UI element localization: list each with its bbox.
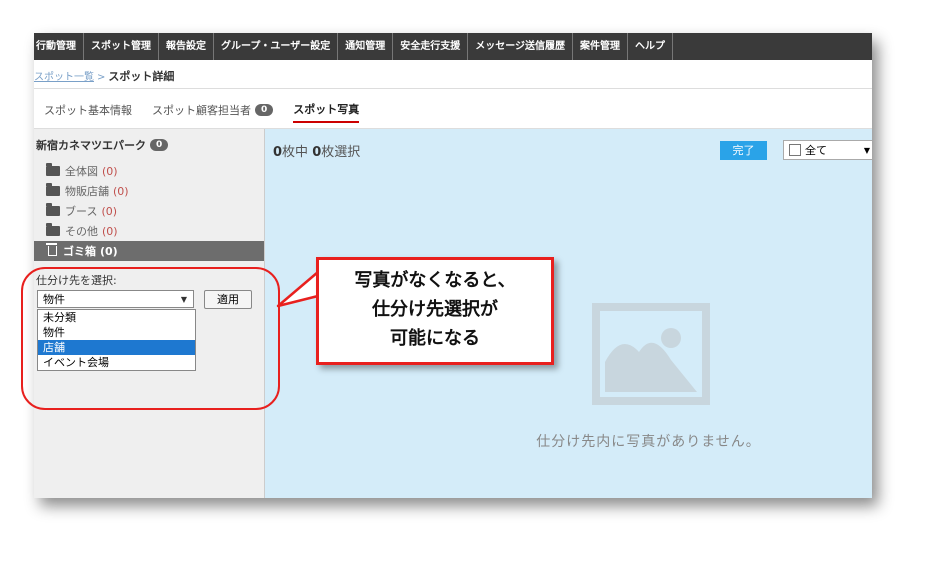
- tab-label: スポット顧客担当者: [152, 104, 251, 117]
- empty-message: 仕分け先内に写真がありません。: [536, 434, 761, 450]
- annotation-callout: 写真がなくなると、 仕分け先選択が 可能になる: [316, 257, 554, 365]
- selection-count: 0枚中 0枚選択: [273, 141, 360, 160]
- folder-icon: [46, 163, 60, 176]
- count-text: 枚選択: [321, 145, 361, 160]
- nav-item-project-management[interactable]: 案件管理: [573, 33, 629, 60]
- nav-item-help[interactable]: ヘルプ: [628, 33, 674, 60]
- folder-list: 全体図 (0) 物販店舗 (0) ブース (0) その他 (0) ゴミ箱 (0): [34, 161, 264, 261]
- divider: [34, 88, 872, 89]
- folder-item-retail[interactable]: 物販店舗 (0): [34, 181, 264, 201]
- count-text: 枚中: [282, 145, 309, 160]
- folder-label: ゴミ箱: [63, 245, 96, 258]
- spot-name: 新宿カネマツエパーク 0: [36, 137, 169, 153]
- folder-label: その他: [65, 225, 98, 238]
- caret-down-icon: ▼: [863, 145, 870, 155]
- callout-line-1: 写真がなくなると、: [354, 270, 516, 291]
- folder-count: (0): [113, 184, 129, 198]
- callout-line-3: 可能になる: [390, 328, 480, 349]
- tab-label: スポット写真: [293, 103, 360, 116]
- folder-icon: [46, 183, 60, 196]
- folder-label: 全体図: [65, 165, 98, 178]
- nav-item-activity[interactable]: 行動管理: [34, 33, 84, 60]
- folder-label: ブース: [65, 205, 98, 218]
- folder-item-booth[interactable]: ブース (0): [34, 201, 264, 221]
- highlight-ellipse: [21, 267, 280, 410]
- select-all-dropdown[interactable]: 全て ▼: [783, 140, 872, 160]
- select-all-label: 全て: [805, 144, 827, 157]
- tab-bar: スポット基本情報 スポット顧客担当者 0 スポット写真: [44, 101, 379, 123]
- folder-icon: [46, 203, 60, 216]
- trash-icon: [46, 243, 57, 256]
- spot-name-label: 新宿カネマツエパーク: [36, 139, 146, 152]
- folder-icon: [46, 223, 60, 236]
- folder-item-other[interactable]: その他 (0): [34, 221, 264, 241]
- checkbox-icon[interactable]: [789, 144, 801, 156]
- folder-count: (0): [102, 224, 118, 238]
- callout-line-2: 仕分け先選択が: [372, 299, 498, 320]
- nav-item-spot-management[interactable]: スポット管理: [84, 33, 159, 60]
- breadcrumb-current: スポット詳細: [108, 70, 175, 83]
- callout-pointer: [276, 270, 320, 308]
- nav-item-notification[interactable]: 通知管理: [338, 33, 394, 60]
- folder-item-overview[interactable]: 全体図 (0): [34, 161, 264, 181]
- tab-spot-photos[interactable]: スポット写真: [293, 101, 360, 123]
- folder-label: 物販店舗: [65, 185, 109, 198]
- spot-count-badge: 0: [150, 139, 169, 151]
- nav-item-safe-driving[interactable]: 安全走行支援: [393, 33, 469, 60]
- folder-item-trash[interactable]: ゴミ箱 (0): [34, 241, 264, 261]
- tab-spot-basic-info[interactable]: スポット基本情報: [44, 101, 132, 123]
- total-count: 0: [273, 145, 283, 160]
- tab-spot-customer-contact[interactable]: スポット顧客担当者 0: [152, 101, 274, 123]
- folder-count: (0): [101, 204, 118, 218]
- nav-item-report-settings[interactable]: 報告設定: [159, 33, 214, 60]
- folder-count: (0): [102, 164, 118, 178]
- image-placeholder-icon: [592, 303, 710, 405]
- breadcrumb: スポット一覧 > スポット詳細: [34, 68, 174, 84]
- breadcrumb-separator: >: [97, 72, 106, 83]
- done-button[interactable]: 完了: [720, 141, 767, 160]
- top-navigation: 行動管理 スポット管理 報告設定 グループ・ユーザー設定 通知管理 安全走行支援…: [34, 33, 872, 60]
- breadcrumb-spot-list-link[interactable]: スポット一覧: [34, 72, 94, 83]
- count-badge: 0: [255, 104, 274, 116]
- folder-count: (0): [100, 244, 118, 258]
- selected-count: 0: [312, 145, 322, 160]
- nav-item-group-user-settings[interactable]: グループ・ユーザー設定: [214, 33, 339, 60]
- tab-label: スポット基本情報: [44, 104, 132, 117]
- nav-item-message-history[interactable]: メッセージ送信履歴: [468, 33, 574, 60]
